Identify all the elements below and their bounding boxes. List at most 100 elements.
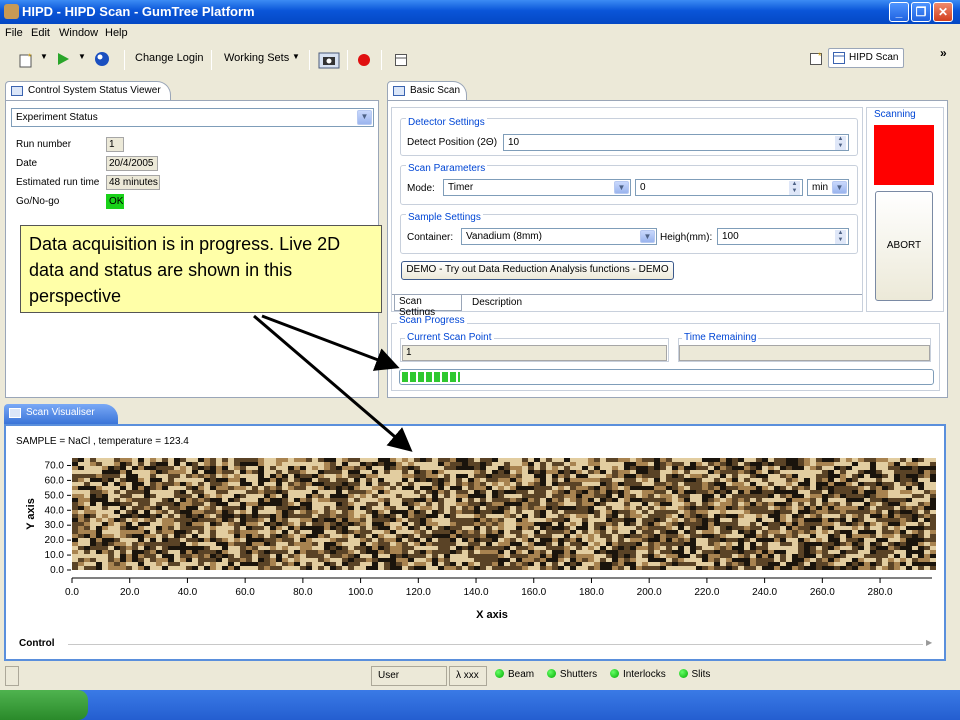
open-perspective-icon[interactable]: * bbox=[810, 51, 824, 65]
y-tick-label: 20.0 bbox=[45, 535, 65, 546]
maximize-button[interactable]: ❐ bbox=[911, 2, 931, 22]
login-globe-icon[interactable] bbox=[94, 50, 110, 68]
working-sets-dropdown-icon[interactable]: ▼ bbox=[292, 52, 300, 61]
callout-box: Data acquisition is in progress. Live 2D… bbox=[20, 225, 382, 313]
beam-indicator: Beam bbox=[495, 669, 534, 680]
abort-button[interactable]: ABORT bbox=[875, 191, 933, 301]
scan-visualiser-panel: SAMPLE = NaCl , temperature = 123.4 0.0 1… bbox=[4, 424, 946, 661]
sample-settings-title: Sample Settings bbox=[406, 212, 483, 223]
working-sets-button[interactable]: Working Sets bbox=[224, 52, 289, 64]
scanning-indicator bbox=[874, 125, 934, 185]
expand-arrow-icon[interactable]: ▶ bbox=[926, 638, 932, 647]
run-icon[interactable] bbox=[56, 52, 70, 66]
start-button[interactable] bbox=[0, 690, 88, 720]
x-tick-label: 280.0 bbox=[868, 587, 893, 598]
spinner-icon[interactable]: ▲ ▼ bbox=[789, 181, 800, 195]
separator bbox=[347, 50, 348, 70]
view-icon[interactable] bbox=[395, 54, 407, 66]
experiment-status-select[interactable]: Experiment Status ▼ bbox=[11, 108, 374, 127]
camera-icon[interactable] bbox=[318, 51, 340, 69]
interlocks-label: Interlocks bbox=[622, 669, 666, 680]
y-axis-label: Y axis bbox=[25, 498, 37, 530]
more-chevron-icon[interactable]: » bbox=[940, 46, 947, 60]
x-tick-label: 220.0 bbox=[694, 587, 719, 598]
height-input[interactable]: 100 ▲ ▼ bbox=[717, 228, 849, 245]
minimize-button[interactable]: _ bbox=[889, 2, 909, 22]
menu-window[interactable]: Window bbox=[59, 27, 98, 39]
tab-label: Scan Visualiser bbox=[26, 407, 95, 418]
menu-edit[interactable]: Edit bbox=[31, 27, 50, 39]
y-tick-label: 60.0 bbox=[45, 475, 65, 486]
mode-select[interactable]: Timer ▼ bbox=[443, 179, 631, 196]
beam-label: Beam bbox=[508, 669, 535, 680]
y-tick-label: 70.0 bbox=[45, 460, 65, 471]
basic-scan-panel: Detector Settings Detect Position (2Θ) 1… bbox=[387, 100, 948, 398]
unit-select[interactable]: min ▼ bbox=[807, 179, 849, 196]
height-label: Heigh(mm): bbox=[660, 232, 713, 243]
shutters-indicator: Shutters bbox=[546, 669, 597, 680]
tab-description[interactable]: Description bbox=[466, 297, 528, 311]
container-select[interactable]: Vanadium (8mm) ▼ bbox=[461, 228, 657, 245]
new-dropdown-icon[interactable]: ▼ bbox=[40, 52, 48, 61]
run-dropdown-icon[interactable]: ▼ bbox=[78, 52, 86, 61]
detect-position-input[interactable]: 10 ▲ ▼ bbox=[503, 134, 849, 151]
close-button[interactable]: ✕ bbox=[933, 2, 953, 22]
chevron-down-icon[interactable]: ▼ bbox=[357, 110, 372, 125]
interlocks-status-icon bbox=[609, 669, 619, 678]
status-indicators: Beam Shutters Interlocks Slits bbox=[489, 666, 721, 686]
detector-settings-title: Detector Settings bbox=[406, 117, 487, 128]
tab-scan-settings[interactable]: Scan Settings bbox=[394, 295, 462, 318]
x-axis-label: X axis bbox=[476, 609, 508, 621]
spinner-icon[interactable]: ▲ ▼ bbox=[835, 136, 846, 150]
menu-file[interactable]: File bbox=[5, 27, 23, 39]
toolbar: * ▼ ▼ Change Login Working Sets ▼ * HIPD… bbox=[0, 44, 960, 76]
time-remaining-label: Time Remaining bbox=[682, 332, 759, 343]
status-handle bbox=[5, 666, 19, 686]
slits-indicator: Slits bbox=[678, 669, 710, 680]
heatmap-svg: 0.0 10.0 20.0 30.0 40.0 50.0 60.0 70.0 0.0 20.0 40… bbox=[25, 458, 936, 621]
separator bbox=[381, 50, 382, 70]
container-label: Container: bbox=[407, 232, 454, 243]
unit-value: min bbox=[812, 182, 829, 193]
tab-scan-visualiser[interactable]: Scan Visualiser bbox=[4, 404, 118, 424]
chevron-down-icon[interactable]: ▼ bbox=[832, 181, 847, 194]
separator bbox=[211, 50, 212, 70]
current-scan-point-label: Current Scan Point bbox=[405, 332, 494, 343]
heatmap-plot[interactable]: 0.0 10.0 20.0 30.0 40.0 50.0 60.0 70.0 0.0 20.0 40… bbox=[6, 448, 944, 626]
change-login-button[interactable]: Change Login bbox=[135, 52, 204, 64]
app-icon bbox=[4, 4, 19, 19]
y-tick-label: 40.0 bbox=[45, 505, 65, 516]
perspective-label: HIPD Scan bbox=[849, 52, 899, 63]
control-divider bbox=[68, 644, 923, 645]
go-nogo-label: Go/No-go bbox=[16, 196, 60, 207]
detect-position-value: 10 bbox=[508, 137, 520, 148]
tab-basic-scan[interactable]: Basic Scan bbox=[387, 81, 467, 101]
new-icon[interactable]: * bbox=[18, 52, 36, 68]
tab-status-viewer[interactable]: Control System Status Viewer bbox=[5, 81, 171, 101]
chevron-down-icon[interactable]: ▼ bbox=[614, 181, 629, 194]
demo-button[interactable]: DEMO - Try out Data Reduction Analysis f… bbox=[401, 261, 674, 280]
x-tick-label: 100.0 bbox=[348, 587, 373, 598]
record-icon[interactable] bbox=[357, 53, 371, 67]
chevron-down-icon[interactable]: ▼ bbox=[640, 230, 655, 243]
separator bbox=[309, 50, 310, 70]
x-tick-label: 200.0 bbox=[637, 587, 662, 598]
shutters-status-icon bbox=[546, 669, 556, 678]
x-tick-label: 40.0 bbox=[178, 587, 198, 598]
height-value: 100 bbox=[722, 231, 739, 242]
run-number-value: 1 bbox=[106, 137, 124, 152]
scan-progress-title: Scan Progress bbox=[397, 315, 467, 326]
time-remaining-value bbox=[679, 345, 930, 361]
x-tick-label: 160.0 bbox=[521, 587, 546, 598]
amount-input[interactable]: 0 ▲ ▼ bbox=[635, 179, 803, 196]
x-tick-label: 180.0 bbox=[579, 587, 604, 598]
status-user: User bbox=[371, 666, 447, 686]
scan-parameters-title: Scan Parameters bbox=[406, 163, 488, 174]
perspective-button[interactable]: HIPD Scan bbox=[828, 48, 904, 68]
x-tick-label: 60.0 bbox=[235, 587, 255, 598]
run-time-value: 48 minutes bbox=[106, 175, 160, 190]
container-value: Vanadium (8mm) bbox=[466, 231, 542, 242]
spinner-icon[interactable]: ▲ ▼ bbox=[835, 230, 846, 244]
menu-help[interactable]: Help bbox=[105, 27, 128, 39]
beam-status-icon bbox=[495, 669, 504, 678]
